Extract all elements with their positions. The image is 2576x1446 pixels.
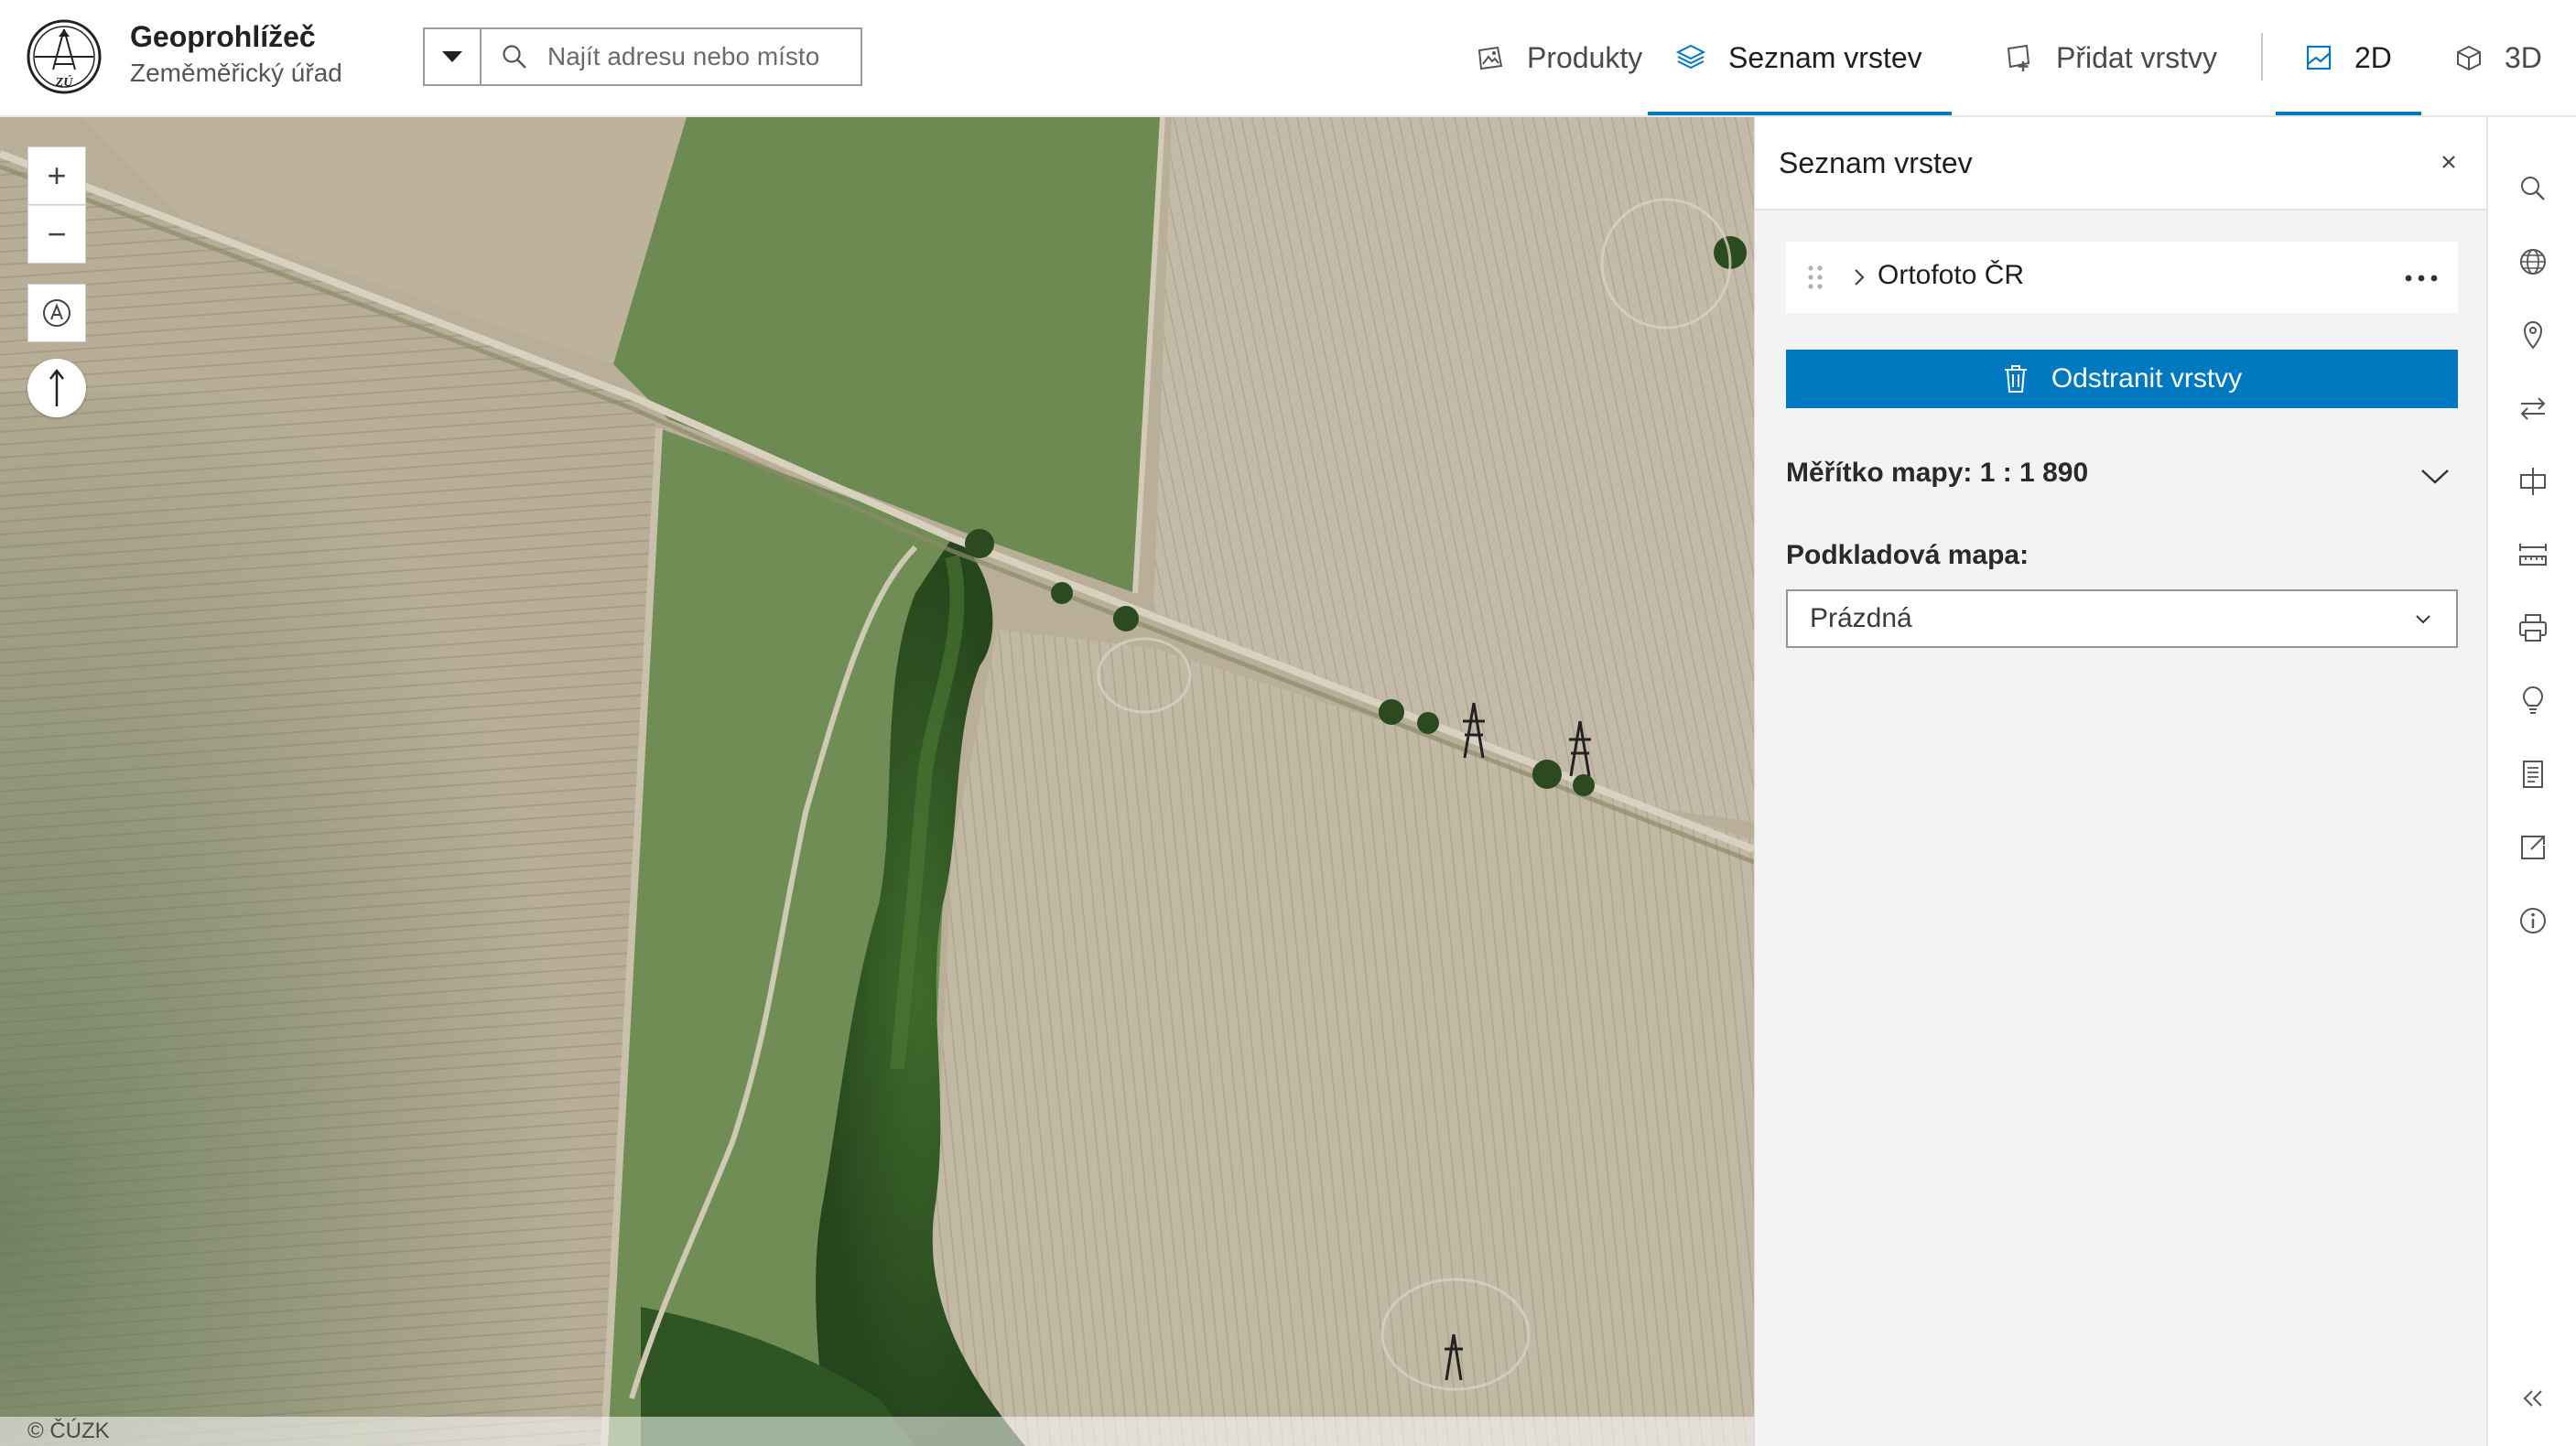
remove-layers-label: Odstranit vrstvy	[2051, 363, 2243, 394]
print-icon	[2519, 614, 2547, 642]
map-view[interactable]: + − © ČÚZK	[0, 117, 1754, 1446]
nav-seznam-vrstev-label: Seznam vrstev	[1728, 40, 1922, 74]
split-view-icon	[2520, 468, 2546, 495]
view-2d-label: 2D	[2354, 40, 2392, 74]
search-icon	[503, 45, 526, 69]
chevron-down-icon[interactable]	[2419, 467, 2451, 485]
panel-title: Seznam vrstev	[1779, 146, 1973, 179]
measure-icon	[2519, 544, 2547, 566]
location-pin-icon	[2523, 321, 2543, 350]
nav-separator	[2261, 33, 2263, 81]
nav-seznam-vrstev[interactable]: Seznam vrstev	[1648, 0, 1952, 115]
north-arrow-icon	[49, 368, 64, 406]
action-info[interactable]	[2488, 893, 2576, 948]
action-print[interactable]	[2488, 600, 2576, 655]
compass-button[interactable]	[27, 359, 86, 417]
action-lightbulb[interactable]	[2488, 674, 2576, 728]
app-title: Geoprohlížeč	[130, 20, 316, 53]
map-2d-icon	[2306, 45, 2332, 70]
panel-header: Seznam vrstev	[1755, 117, 2486, 210]
action-swap[interactable]	[2488, 381, 2576, 436]
cube-3d-icon	[2457, 45, 2481, 71]
add-layer-icon	[2007, 44, 2030, 71]
layer-name: Ortofoto ČR	[1878, 260, 2025, 290]
lightbulb-icon	[2522, 686, 2544, 714]
info-icon	[2520, 908, 2546, 933]
document-icon	[2523, 761, 2543, 788]
zoom-in-button[interactable]: +	[27, 146, 86, 205]
caret-down-icon	[442, 51, 462, 62]
app-subtitle: Zeměměřický úřad	[130, 59, 342, 87]
layer-item[interactable]: Ortofoto ČR	[1786, 242, 2458, 313]
search-source-dropdown[interactable]	[425, 29, 482, 84]
drag-handle-icon[interactable]	[1806, 264, 1824, 291]
action-location[interactable]	[2488, 308, 2576, 362]
view-3d-label: 3D	[2505, 40, 2542, 74]
action-globe[interactable]	[2488, 234, 2576, 289]
trash-icon	[2004, 365, 2027, 393]
layer-list-panel: Seznam vrstev Ortofoto ČR Odstranit vrst…	[1754, 117, 2486, 1446]
navigation-toggle-button[interactable]	[27, 284, 86, 342]
search-input[interactable]	[547, 42, 850, 71]
view-2d-button[interactable]: 2D	[2276, 0, 2421, 115]
app-header: ZÚ Geoprohlížeč Zeměměřický úřad Produkt…	[0, 0, 2576, 117]
action-search[interactable]	[2488, 161, 2576, 216]
logo-text: ZÚ	[55, 74, 74, 90]
nav-pridat-vrstvy-label: Přidat vrstvy	[2056, 40, 2218, 74]
aerial-orthophoto[interactable]	[0, 117, 1754, 1446]
collapse-icon	[2523, 1390, 2542, 1407]
view-3d-button[interactable]: 3D	[2455, 0, 2542, 115]
scale-label: Měřítko mapy: 1 : 1 890	[1786, 458, 2089, 488]
search-field	[482, 29, 860, 84]
search-icon	[2521, 177, 2545, 200]
swap-arrows-icon	[2520, 397, 2546, 420]
action-share[interactable]	[2488, 820, 2576, 875]
remove-layers-button[interactable]: Odstranit vrstvy	[1786, 350, 2458, 408]
globe-icon	[2520, 249, 2546, 275]
basemap-select[interactable]: Prázdná	[1786, 589, 2458, 648]
image-icon	[1477, 46, 1503, 70]
map-attribution: © ČÚZK	[0, 1417, 1754, 1446]
chevron-right-icon[interactable]	[1852, 267, 1867, 287]
basemap-selected-value: Prázdná	[1810, 603, 1912, 633]
zu-logo-icon[interactable]: ZÚ	[26, 18, 103, 95]
action-document[interactable]	[2488, 747, 2576, 802]
action-measure[interactable]	[2488, 527, 2576, 582]
scale-section[interactable]: Měřítko mapy: 1 : 1 890	[1786, 458, 2458, 500]
collapse-actions-button[interactable]	[2488, 1371, 2576, 1426]
action-bar	[2486, 117, 2576, 1446]
layers-icon	[1675, 44, 1706, 70]
share-icon	[2521, 836, 2545, 859]
nav-produkty[interactable]: Produkty	[1476, 0, 1642, 115]
navigation-icon	[43, 299, 70, 327]
nav-pridat-vrstvy[interactable]: Přidat vrstvy	[2003, 0, 2217, 115]
search-box	[423, 27, 862, 86]
zoom-out-button[interactable]: −	[27, 205, 86, 264]
more-options-icon[interactable]	[2405, 275, 2438, 282]
close-icon[interactable]	[2435, 148, 2462, 176]
chevron-down-icon	[2416, 615, 2430, 624]
basemap-label: Podkladová mapa:	[1786, 540, 2029, 570]
action-split[interactable]	[2488, 454, 2576, 509]
nav-produkty-label: Produkty	[1527, 40, 1643, 74]
